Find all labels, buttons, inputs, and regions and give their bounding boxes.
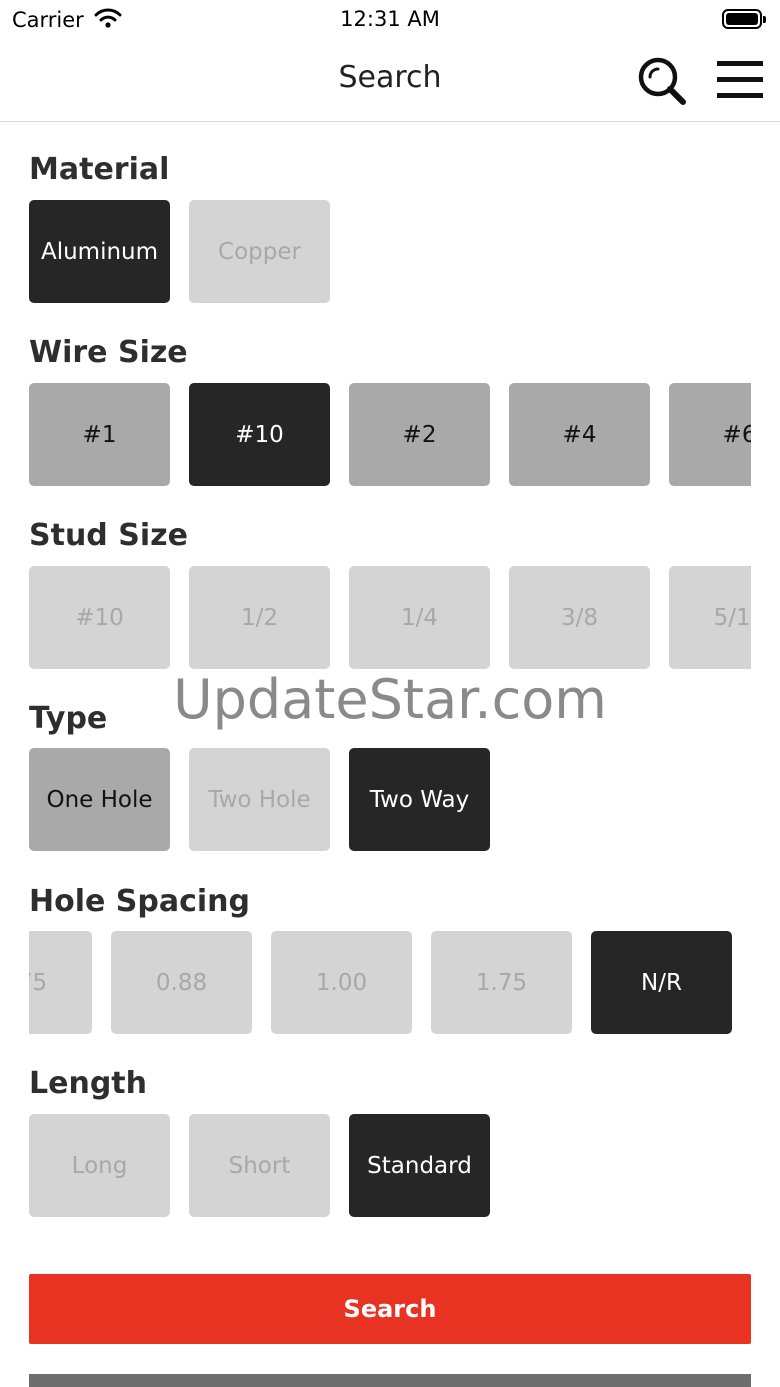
menu-icon[interactable] bbox=[714, 57, 766, 103]
type-option-two-hole[interactable]: Two Hole bbox=[189, 748, 330, 851]
hole-spacing-option-n-r[interactable]: N/R bbox=[591, 931, 732, 1034]
wire-size-option-2[interactable]: #2 bbox=[349, 383, 490, 486]
hole-spacing-option-1-00[interactable]: 1.00 bbox=[271, 931, 412, 1034]
battery-icon bbox=[722, 9, 766, 29]
stud-size-option-1-4[interactable]: 1/4 bbox=[349, 566, 490, 669]
type-label: Type bbox=[29, 701, 108, 736]
navigation-bar: Search bbox=[0, 40, 780, 122]
length-option-short[interactable]: Short bbox=[189, 1114, 330, 1217]
wire-size-options: #1 #10 #2 #4 #6 bbox=[29, 383, 751, 487]
wire-size-label: Wire Size bbox=[29, 335, 188, 370]
wire-size-option-1[interactable]: #1 bbox=[29, 383, 170, 486]
search-button[interactable]: Search bbox=[29, 1274, 751, 1344]
secondary-button-edge[interactable] bbox=[29, 1374, 751, 1387]
material-label: Material bbox=[29, 152, 170, 187]
wire-size-option-10[interactable]: #10 bbox=[189, 383, 330, 486]
type-options: One Hole Two Hole Two Way bbox=[29, 748, 751, 852]
length-label: Length bbox=[29, 1066, 147, 1101]
length-options: Long Short Standard bbox=[29, 1114, 751, 1218]
hole-spacing-option-1-75[interactable]: 1.75 bbox=[431, 931, 572, 1034]
type-option-two-way[interactable]: Two Way bbox=[349, 748, 490, 851]
stud-size-option-1-2[interactable]: 1/2 bbox=[189, 566, 330, 669]
stud-size-option-3-8[interactable]: 3/8 bbox=[509, 566, 650, 669]
stud-size-option-5-16[interactable]: 5/16 bbox=[669, 566, 751, 669]
hole-spacing-option-0-75[interactable]: 0.75 bbox=[29, 931, 92, 1034]
material-option-copper[interactable]: Copper bbox=[189, 200, 330, 303]
material-option-aluminum[interactable]: Aluminum bbox=[29, 200, 170, 303]
status-bar: Carrier 12:31 AM bbox=[0, 0, 780, 40]
wire-size-option-4[interactable]: #4 bbox=[509, 383, 650, 486]
stud-size-label: Stud Size bbox=[29, 518, 188, 553]
hole-spacing-label: Hole Spacing bbox=[29, 884, 251, 919]
length-option-long[interactable]: Long bbox=[29, 1114, 170, 1217]
status-time: 12:31 AM bbox=[340, 7, 440, 31]
wire-size-option-6[interactable]: #6 bbox=[669, 383, 751, 486]
material-options: Aluminum Copper bbox=[29, 200, 751, 304]
type-option-one-hole[interactable]: One Hole bbox=[29, 748, 170, 851]
hole-spacing-option-0-88[interactable]: 0.88 bbox=[111, 931, 252, 1034]
watermark: UpdateStar.com bbox=[173, 668, 607, 731]
hole-spacing-options: 0.75 0.88 1.00 1.75 N/R bbox=[29, 931, 751, 1035]
search-icon[interactable] bbox=[636, 55, 688, 107]
length-option-standard[interactable]: Standard bbox=[349, 1114, 490, 1217]
stud-size-options: #10 1/2 1/4 3/8 5/16 bbox=[29, 566, 751, 670]
stud-size-option-10[interactable]: #10 bbox=[29, 566, 170, 669]
